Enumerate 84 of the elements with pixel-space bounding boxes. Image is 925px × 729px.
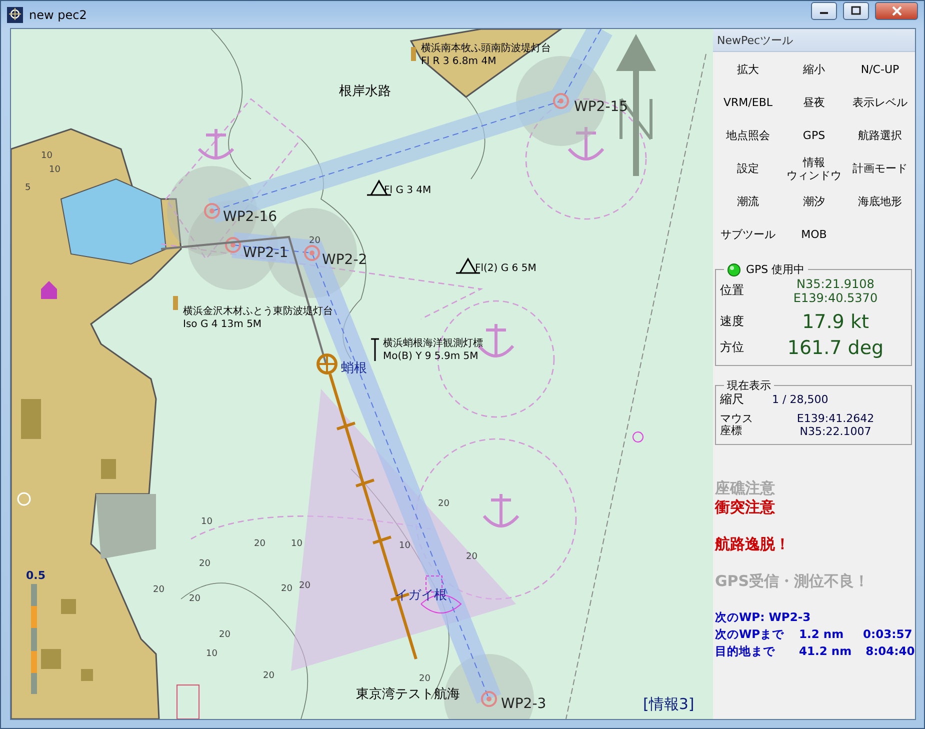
display-group-title: 現在表示: [727, 378, 771, 393]
alert-text: 衝突注意: [714, 498, 776, 518]
waypoint-label: WP2-15: [574, 99, 628, 116]
depth-label: 10: [291, 539, 302, 550]
tool-button[interactable]: 表示レベル: [847, 87, 913, 120]
depth-label: 20: [254, 539, 266, 550]
tool-button[interactable]: VRM/EBL: [715, 87, 781, 120]
heading-label: 方位: [720, 341, 745, 355]
scale-label: 縮尺: [720, 393, 745, 406]
light-characteristic: Fl(2) G 6 5M: [475, 263, 536, 274]
depth-label: 10: [201, 517, 212, 528]
mouse-longitude-value: E139:41.2642: [796, 412, 876, 426]
navigation-value: 次のWPまで: [715, 626, 785, 644]
waypoint-label: WP2-3: [501, 696, 546, 712]
next-waypoint-text: 次のWP: WP2-3: [715, 609, 811, 626]
tool-button[interactable]: サブツール: [715, 219, 781, 252]
speed-value: 17.9 kt: [801, 311, 870, 333]
depth-label: 20: [281, 584, 292, 594]
tool-button[interactable]: 地点照会: [715, 120, 781, 153]
close-icon: [892, 6, 902, 16]
position-label: 位置: [720, 284, 745, 298]
speed-label: 速度: [720, 315, 745, 329]
place-name: 蛸根: [341, 362, 367, 377]
tool-button[interactable]: 縮小: [781, 54, 847, 87]
alert-text: 座礁注意: [714, 479, 776, 498]
depth-label: 20: [189, 594, 200, 604]
place-name: 根岸水路: [339, 85, 391, 100]
heading-value: 161.7 deg: [786, 337, 885, 359]
maximize-button[interactable]: [843, 2, 869, 20]
tool-button[interactable]: N/C-UP: [847, 54, 913, 87]
alert-text: 航路逸脱！: [714, 535, 791, 554]
depth-label: 10: [41, 151, 52, 162]
gps-group-title: GPS 使用中: [746, 262, 805, 277]
depth-label: 20: [299, 581, 310, 592]
light-characteristic: Mo(B) Y 9 5.9m 5M: [383, 351, 478, 362]
depth-label: 10: [49, 165, 60, 176]
tool-button[interactable]: 潮汐: [781, 186, 847, 219]
tool-button[interactable]: 海底地形: [847, 186, 913, 219]
tool-button[interactable]: 潮流: [715, 186, 781, 219]
depth-label: 20: [309, 236, 320, 246]
navigation-value: 1.2 nm: [799, 626, 845, 644]
tool-button[interactable]: 拡大: [715, 54, 781, 87]
mouse-latitude-value: N35:22.1007: [798, 425, 872, 438]
app-logo-icon: [7, 6, 23, 22]
tool-button[interactable]: MOB: [781, 219, 847, 252]
depth-label: 10: [399, 541, 410, 552]
depth-label: 20: [263, 671, 274, 682]
navigation-value: 目的地まで: [715, 643, 776, 660]
navigation-value: 41.2 nm: [799, 643, 852, 660]
info-tag: [情報3]: [643, 696, 694, 714]
depth-label: 20: [466, 552, 478, 562]
maximize-icon: [851, 6, 861, 15]
scale-value: 1 / 28,500: [771, 393, 830, 406]
tool-button[interactable]: 情報 ウィンドウ: [781, 153, 847, 186]
light-name: 横浜蛸根海洋観測灯標: [383, 338, 483, 350]
navigation-value: 8:04:40: [866, 643, 915, 660]
depth-label: 20: [199, 559, 210, 570]
mouse-coordinate-label: マウス 座標: [720, 413, 754, 438]
waypoint-label: WP2-16: [223, 209, 278, 226]
light-name: 横浜金沢木材ふとう東防波堤灯台: [183, 306, 333, 318]
waypoint-label: WP2-2: [322, 252, 368, 268]
tool-button[interactable]: GPS: [781, 120, 847, 153]
place-name: 東京湾テスト航海: [356, 688, 460, 703]
navigation-value: 0:03:57: [863, 626, 912, 644]
depth-label: 20: [153, 585, 164, 596]
depth-label: 20: [419, 674, 430, 684]
window-title: new pec2: [29, 8, 88, 22]
depth-label: 20: [219, 630, 230, 640]
depth-label: 10: [206, 649, 218, 660]
tool-button[interactable]: 昼夜: [781, 87, 847, 120]
depth-label: 20: [438, 499, 450, 510]
tool-button[interactable]: 計画モード: [847, 153, 913, 186]
alert-text: GPS受信・測位不良！: [714, 572, 870, 592]
tool-button[interactable]: 設定: [715, 153, 781, 186]
light-characteristic: Iso G 4 13m 5M: [183, 319, 262, 330]
waypoint-label: WP2-1: [243, 245, 288, 262]
panel-title: NewPecツール: [713, 29, 915, 52]
longitude-value: E139:40.5370: [792, 291, 879, 305]
tool-button[interactable]: 航路選択: [847, 120, 913, 153]
close-button[interactable]: [875, 2, 918, 20]
latitude-value: N35:21.9108: [796, 277, 876, 291]
depth-label: 5: [25, 183, 31, 194]
minimize-button[interactable]: [811, 2, 837, 20]
scale-bar-label: 0.5: [26, 570, 46, 583]
